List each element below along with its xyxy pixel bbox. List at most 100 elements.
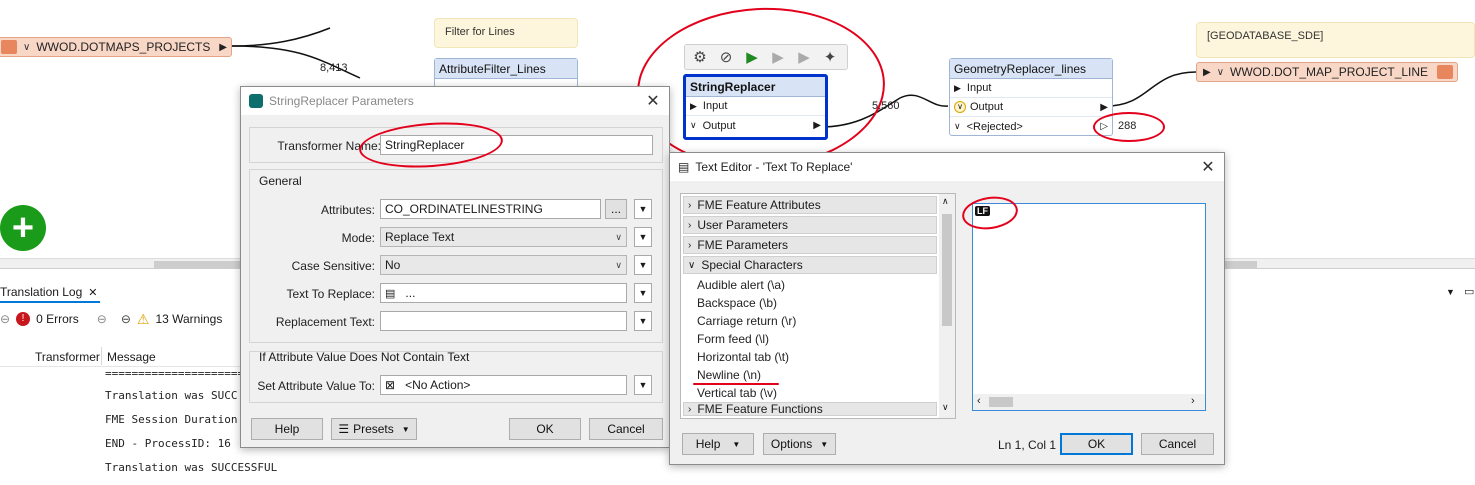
tree-group-fme-parameters[interactable]: › FME Parameters xyxy=(683,236,937,254)
close-icon[interactable]: ✕ xyxy=(637,91,669,111)
mode-value: Replace Text xyxy=(385,230,455,244)
input-arrow-icon: ▶ xyxy=(1203,66,1211,78)
transformer-title: AttributeFilter_Lines xyxy=(435,59,577,79)
geometry-replacer-transformer[interactable]: GeometryReplacer_lines ▶ Input ∨ Output … xyxy=(949,58,1113,136)
tree-group-fme-feature-functions[interactable]: › FME Feature Functions xyxy=(683,402,937,416)
column-divider xyxy=(101,347,102,365)
attributes-input[interactable]: CO_ORDINATELINESTRING xyxy=(380,199,601,219)
warning-circle-icon: ∨ xyxy=(954,101,966,113)
text-editor-dialog: ▤ Text Editor - 'Text To Replace' ✕ › FM… xyxy=(669,152,1225,465)
ok-button[interactable]: OK xyxy=(509,418,581,440)
help-button[interactable]: Help xyxy=(251,418,323,440)
list-item[interactable]: Audible alert (\a) xyxy=(683,276,785,294)
errors-filter[interactable]: 0 Errors xyxy=(36,312,79,326)
ok-button[interactable]: OK xyxy=(1060,433,1133,455)
close-icon[interactable]: ✕ xyxy=(1192,157,1224,177)
filter-icon[interactable]: ⊖ xyxy=(0,312,10,326)
scroll-right-icon[interactable]: › xyxy=(1191,395,1195,407)
chevron-down-icon: ∨ xyxy=(688,259,696,271)
output-arrow-icon[interactable]: ▶ xyxy=(1100,102,1108,113)
list-item[interactable]: Carriage return (\r) xyxy=(683,312,796,330)
rejected-port-label: <Rejected> xyxy=(966,120,1023,133)
options-button[interactable]: Options ▼ xyxy=(763,433,836,455)
database-icon xyxy=(1437,65,1453,79)
list-item[interactable]: Horizontal tab (\t) xyxy=(683,348,789,366)
tab-translation-log[interactable]: Translation Log ✕ xyxy=(0,283,100,303)
pane-menu-icon[interactable]: ▼ xyxy=(1446,287,1455,297)
tree-group-fme-feature-attributes[interactable]: › FME Feature Attributes xyxy=(683,196,937,214)
log-line: FME Session Duration xyxy=(105,413,238,426)
chevron-down-icon[interactable]: ∨ xyxy=(1217,67,1224,78)
column-header-message[interactable]: Message xyxy=(107,350,156,364)
add-icon[interactable]: + xyxy=(0,205,46,251)
string-replacer-parameters-dialog: StringReplacer Parameters ✕ Transformer … xyxy=(240,86,670,448)
dialog-title: Text Editor - 'Text To Replace' xyxy=(695,160,853,174)
chevron-down-icon: ∨ xyxy=(615,259,622,270)
chevron-down-icon: ∨ xyxy=(615,231,622,242)
editor-horizontal-scrollbar[interactable]: ‹ › xyxy=(973,394,1205,410)
chevron-right-icon: › xyxy=(688,199,692,211)
tree-group-label: User Parameters xyxy=(697,218,789,232)
writer-annotation[interactable]: [GEODATABASE_SDE] xyxy=(1196,22,1475,58)
help-button[interactable]: Help ▼ xyxy=(682,433,754,455)
chevron-down-icon[interactable]: ∨ xyxy=(23,42,30,53)
cancel-button[interactable]: Cancel xyxy=(589,418,663,440)
destination-feature-type[interactable]: ▶ ∨ WWOD.DOT_MAP_PROJECT_LINE xyxy=(1196,62,1458,82)
tree-group-label: Special Characters xyxy=(701,258,803,272)
tree-group-user-parameters[interactable]: › User Parameters xyxy=(683,216,937,234)
rejected-port[interactable]: ∨ <Rejected> ▷ xyxy=(950,117,1112,136)
presets-icon: ☰ xyxy=(338,422,350,436)
mode-menu-button[interactable]: ▼ xyxy=(634,227,652,247)
set-attribute-label: Set Attribute Value To: xyxy=(257,379,375,393)
tree-group-label: FME Feature Attributes xyxy=(697,198,821,212)
scrollbar-thumb[interactable] xyxy=(942,214,952,326)
source-feature-type[interactable]: ∨ WWOD.DOTMAPS_PROJECTS ▶ xyxy=(0,37,232,57)
red-underline-mark xyxy=(693,383,779,385)
output-arrow-icon[interactable]: ▶ xyxy=(219,42,227,53)
filter-annotation[interactable]: Filter for Lines xyxy=(434,18,578,48)
no-action-icon: ⊠ xyxy=(385,378,396,392)
cancel-button[interactable]: Cancel xyxy=(1141,433,1214,455)
pane-restore-icon[interactable]: ▭ xyxy=(1464,285,1474,298)
column-header-transformer[interactable]: Transformer xyxy=(35,350,100,364)
text-editor-icon: ▤ xyxy=(678,160,690,174)
text-to-replace-input[interactable]: ▤ ... xyxy=(380,283,627,303)
attributes-picker-button[interactable]: ... xyxy=(605,199,627,219)
attributes-menu-button[interactable]: ▼ xyxy=(634,199,652,219)
close-icon[interactable]: ✕ xyxy=(88,286,97,299)
warnings-filter[interactable]: 13 Warnings xyxy=(155,312,222,326)
presets-label: Presets xyxy=(353,422,394,436)
log-line: Translation was SUCC xyxy=(105,389,238,402)
text-to-replace-menu-button[interactable]: ▼ xyxy=(634,283,652,303)
scroll-up-icon[interactable]: ∧ xyxy=(942,196,949,207)
scroll-down-icon[interactable]: ∨ xyxy=(942,402,949,413)
nav-next-icon[interactable]: ⊖ xyxy=(97,312,107,326)
warning-icon: ⚠ xyxy=(136,310,150,327)
dialog-titlebar: StringReplacer Parameters ✕ xyxy=(241,87,669,115)
set-attribute-menu-button[interactable]: ▼ xyxy=(634,375,652,395)
text-editor-area[interactable]: LF ‹ › xyxy=(972,203,1206,411)
replacement-text-menu-button[interactable]: ▼ xyxy=(634,311,652,331)
tree-vertical-scrollbar[interactable]: ∧ ∨ xyxy=(939,194,955,418)
list-item[interactable]: Vertical tab (\v) xyxy=(683,384,777,402)
tree-group-special-characters[interactable]: ∨ Special Characters xyxy=(683,256,937,274)
set-attribute-input[interactable]: ⊠ <No Action> xyxy=(380,375,627,395)
scrollbar-thumb[interactable] xyxy=(989,397,1013,407)
red-circle-mark xyxy=(1093,112,1165,142)
output-port[interactable]: ∨ Output ▶ xyxy=(950,98,1112,117)
mode-select[interactable]: Replace Text ∨ xyxy=(380,227,627,247)
case-sensitive-menu-button[interactable]: ▼ xyxy=(634,255,652,275)
nav-prev-icon[interactable]: ⊖ xyxy=(121,312,131,326)
presets-button[interactable]: ☰ Presets ▼ xyxy=(331,418,417,440)
attribute-filter-transformer[interactable]: AttributeFilter_Lines xyxy=(434,58,578,88)
list-item-newline[interactable]: Newline (\n) xyxy=(683,366,761,384)
scroll-left-icon[interactable]: ‹ xyxy=(977,395,981,407)
list-item[interactable]: Form feed (\l) xyxy=(683,330,769,348)
case-sensitive-select[interactable]: No ∨ xyxy=(380,255,627,275)
attributes-label: Attributes: xyxy=(320,203,375,217)
tree-group-label: FME Feature Functions xyxy=(697,402,823,416)
replacement-text-input[interactable] xyxy=(380,311,627,331)
input-port[interactable]: ▶ Input xyxy=(950,79,1112,98)
list-item[interactable]: Backspace (\b) xyxy=(683,294,777,312)
output-port-label: Output xyxy=(970,101,1004,113)
